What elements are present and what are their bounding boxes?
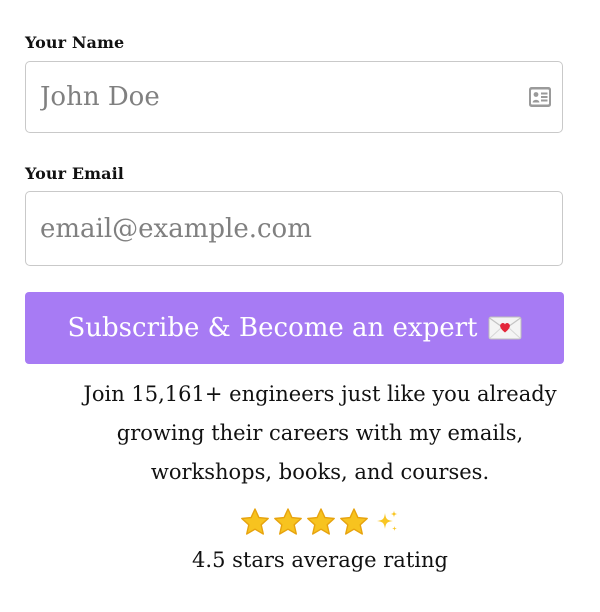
star-icon: [241, 508, 269, 535]
love-letter-envelope-icon: [488, 316, 522, 340]
star-icon: [340, 508, 368, 535]
subscribe-button-label: Subscribe & Become an expert: [67, 313, 478, 343]
blurb-line: workshops, books, and courses.: [150, 460, 490, 484]
sparkles-icon: [377, 510, 398, 531]
blurb-line: growing their careers with my emails,: [116, 421, 524, 445]
email-input[interactable]: [40, 192, 500, 265]
rating-text: 4.5 stars average rating: [192, 548, 448, 572]
name-input[interactable]: [40, 62, 500, 132]
star-rating: [25, 507, 600, 537]
blurb-line: Join 15,161+ engineers just like you alr…: [83, 382, 557, 406]
subscribe-button[interactable]: Subscribe & Become an expert: [25, 292, 564, 364]
email-field[interactable]: [25, 191, 563, 266]
contact-card-icon[interactable]: [528, 86, 552, 108]
star-icon: [274, 508, 302, 535]
social-proof-text: Join 15,161+ engineers just like you alr…: [25, 375, 600, 492]
email-label: Your Email: [25, 164, 124, 183]
name-label: Your Name: [25, 33, 125, 52]
star-icon: [307, 508, 335, 535]
name-field[interactable]: [25, 61, 563, 133]
